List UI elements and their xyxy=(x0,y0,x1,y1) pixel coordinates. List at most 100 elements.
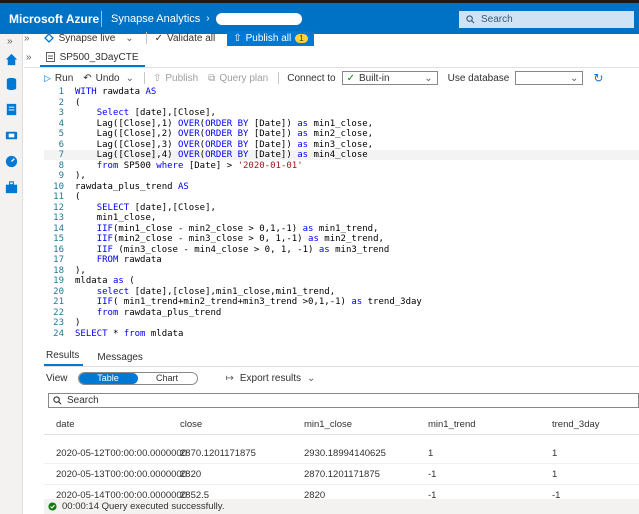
code-token: ( min1_trend+min2_trend+min3_trend >0,1,… xyxy=(112,297,352,307)
publish-all-button[interactable]: ⇧ Publish all 1 xyxy=(227,30,314,46)
divider xyxy=(278,72,280,84)
code-line[interactable]: 3 Select [date],[Close], xyxy=(44,108,639,118)
data-icon[interactable] xyxy=(4,76,19,91)
code-token: [Date]) xyxy=(253,129,298,139)
code-line[interactable]: 17 FROM rawdata xyxy=(44,255,639,265)
code-line[interactable]: 21 IIF( min1_trend+min2_trend+min3_trend… xyxy=(44,297,639,307)
home-icon[interactable] xyxy=(4,52,19,67)
integrate-icon[interactable] xyxy=(4,128,19,143)
expand-nav-icon[interactable]: » xyxy=(7,36,13,47)
upload-icon: ⇧ xyxy=(152,72,162,84)
table-row[interactable]: 2020-05-14T00:00:00.0000000 2852.5 2820 -1 -… xyxy=(44,485,639,498)
code-line[interactable]: 4 Lag([Close],1) OVER(ORDER BY [Date]) a… xyxy=(44,119,639,129)
export-results-label: Export results xyxy=(239,372,302,384)
code-token: (min2_close - min3_close > 0, 1,-1) xyxy=(112,234,309,244)
code-token: [Date]) xyxy=(253,150,298,160)
column-header-min1-close[interactable]: min1_close xyxy=(304,419,352,430)
code-line[interactable]: 19 mldata as ( xyxy=(44,276,639,286)
publish-all-label: Publish all xyxy=(245,32,292,44)
view-chart-option[interactable]: Chart xyxy=(138,373,197,384)
code-line[interactable]: 8 from SP500 where [Date] > '2020-01-01' xyxy=(44,161,639,171)
code-token: min4_close xyxy=(313,150,368,160)
refresh-icon[interactable]: ↻ xyxy=(593,71,603,85)
results-search-input[interactable]: Search xyxy=(48,393,639,408)
tab-results[interactable]: Results xyxy=(44,350,84,366)
table-cell: 2020-05-12T00:00:00.0000000 xyxy=(56,448,188,459)
success-check-icon xyxy=(48,502,57,511)
sql-code-editor[interactable]: 1 WITH rawdata AS 2(3 Select [date],[Close… xyxy=(44,87,639,345)
view-toggle[interactable]: Table Chart xyxy=(77,371,198,385)
column-header-min1-trend[interactable]: min1_trend xyxy=(428,419,476,430)
line-number: 20 xyxy=(53,286,64,297)
validate-all-button[interactable]: ✓ Validate all xyxy=(155,33,216,44)
collapse-icon[interactable]: » xyxy=(24,33,30,44)
column-header-trend-3day[interactable]: trend_3day xyxy=(552,419,600,430)
code-token: ( xyxy=(75,192,81,202)
line-number: 11 xyxy=(53,192,64,202)
code-line[interactable]: 13 min1_close, xyxy=(44,213,639,223)
code-line[interactable]: 1 WITH rawdata AS xyxy=(44,87,639,97)
tab-messages[interactable]: Messages xyxy=(95,352,147,366)
workspace-name-redacted[interactable] xyxy=(215,12,302,25)
results-tabs: Results Messages xyxy=(44,349,639,367)
code-token: from xyxy=(96,307,124,318)
code-line[interactable]: 23) xyxy=(44,318,639,328)
code-token: as xyxy=(297,139,314,150)
code-token: * xyxy=(112,328,124,339)
code-line[interactable]: 12 SELECT [date],[Close], xyxy=(44,203,639,213)
line-number: 16 xyxy=(53,244,64,255)
pending-changes-badge: 1 xyxy=(295,33,308,43)
code-line[interactable]: 24 SELECT * from mldata xyxy=(44,329,639,339)
code-line[interactable]: 15 IIF(min2_close - min3_close > 0, 1,-1… xyxy=(44,234,639,244)
brand-name[interactable]: Microsoft Azure xyxy=(0,12,101,26)
code-line[interactable]: 22 from rawdata_plus_trend xyxy=(44,308,639,318)
code-token: [date],[Close], xyxy=(134,108,216,118)
code-line[interactable]: 14 IIF(min1_close - min2_close > 0,1,-1)… xyxy=(44,224,639,234)
code-line[interactable]: 7 Lag([Close],4) OVER(ORDER BY [Date]) a… xyxy=(44,150,639,160)
line-number: 9 xyxy=(58,171,64,181)
view-table-option[interactable]: Table xyxy=(78,372,138,384)
undo-button[interactable]: ↶ Undo ⌄ xyxy=(83,73,134,84)
use-database-select[interactable]: ⌄ xyxy=(515,71,584,85)
expand-explorer-icon[interactable]: » xyxy=(26,52,32,63)
editor-toolbar: ▷ Run ↶ Undo ⌄ ⇧ Publish ⧉ Query plan Co… xyxy=(44,70,639,86)
column-header-date[interactable]: date xyxy=(56,419,75,430)
code-line[interactable]: 20 select [date],[close],min1_close,min1… xyxy=(44,287,639,297)
code-line[interactable]: 11 ( xyxy=(44,192,639,202)
code-token: Select xyxy=(96,108,135,118)
table-cell: -1 xyxy=(552,490,561,498)
synapse-live-button[interactable]: Synapse live ⌄ xyxy=(43,33,134,44)
global-search-input[interactable]: Search xyxy=(459,11,634,28)
code-line[interactable]: 5 Lag([Close],2) OVER(ORDER BY [Date]) a… xyxy=(44,129,639,139)
validate-all-label: Validate all xyxy=(167,32,216,44)
code-line[interactable]: 16 IIF (min3_close - min4_close > 0, 1, … xyxy=(44,245,639,255)
code-line[interactable]: 18), xyxy=(44,266,639,276)
code-line[interactable]: 2( xyxy=(44,98,639,108)
table-row[interactable]: 2020-05-13T00:00:00.0000000 2820 2870.1201… xyxy=(44,464,639,485)
code-line[interactable]: 9), xyxy=(44,171,639,181)
connect-to-select[interactable]: ✓ Built-in ⌄ xyxy=(341,71,438,85)
column-header-close[interactable]: close xyxy=(180,419,202,430)
export-results-button[interactable]: ↦ Export results ⌄ xyxy=(226,373,316,384)
monitor-icon[interactable] xyxy=(4,154,19,169)
code-token: min1_close, xyxy=(313,118,374,129)
code-token: Lag([Close],2) xyxy=(75,129,178,139)
code-token: OVER xyxy=(177,139,200,150)
code-line[interactable]: 6 Lag([Close],3) OVER(ORDER BY [Date]) a… xyxy=(44,140,639,150)
code-token: rawdata xyxy=(102,87,146,97)
results-search-placeholder: Search xyxy=(67,395,99,406)
line-number: 1 xyxy=(58,87,64,97)
develop-icon[interactable] xyxy=(4,102,19,117)
tab-sp500-3daycte[interactable]: SP500_3DayCTE xyxy=(39,49,145,67)
query-plan-button[interactable]: ⧉ Query plan xyxy=(208,73,268,84)
table-row[interactable]: 2020-05-12T00:00:00.0000000 2870.12011718… xyxy=(44,443,639,464)
publish-button[interactable]: ⇧ Publish xyxy=(153,73,198,84)
synapse-icon xyxy=(43,33,54,43)
manage-icon[interactable] xyxy=(4,180,19,195)
table-cell: 1 xyxy=(428,448,434,459)
run-button[interactable]: ▷ Run xyxy=(44,73,73,84)
code-line[interactable]: 10 rawdata_plus_trend AS xyxy=(44,182,639,192)
